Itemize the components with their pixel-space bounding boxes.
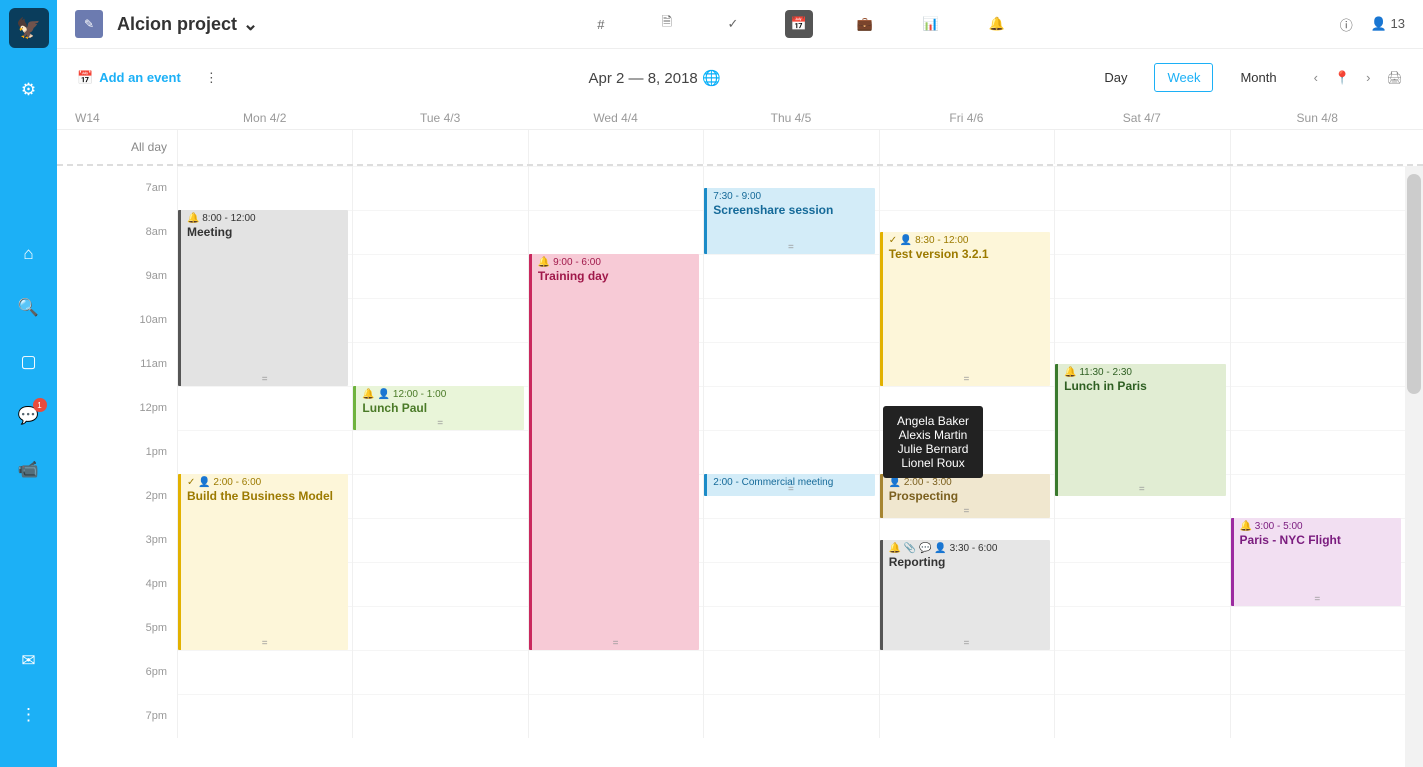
calendar-add-icon: 📅: [77, 70, 93, 86]
more-options-icon[interactable]: ⋮: [205, 70, 218, 86]
print-icon[interactable]: 🖨: [1386, 70, 1403, 86]
bell-icon[interactable]: 🔔: [983, 10, 1011, 38]
day-header: Sun 4/8: [1230, 111, 1405, 125]
chat-icon[interactable]: 💬1: [17, 404, 41, 428]
hour-label: 2pm: [57, 474, 177, 518]
event[interactable]: 🔔 8:00 - 12:00Meeting=: [178, 210, 348, 386]
view-month-button[interactable]: Month: [1227, 63, 1289, 92]
hour-label: 5pm: [57, 606, 177, 650]
days-header: W14 Mon 4/2 Tue 4/3 Wed 4/4 Thu 4/5 Fri …: [57, 106, 1423, 130]
mail-icon[interactable]: ✉: [17, 649, 41, 673]
view-week-button[interactable]: Week: [1154, 63, 1213, 92]
week-number: W14: [57, 111, 177, 125]
globe-icon[interactable]: 🌐: [702, 70, 721, 87]
hour-label: 6pm: [57, 650, 177, 694]
briefcase-icon[interactable]: 💼: [851, 10, 879, 38]
view-day-button[interactable]: Day: [1091, 63, 1140, 92]
event[interactable]: 🔔 11:30 - 2:30Lunch in Paris=: [1055, 364, 1225, 496]
file-icon[interactable]: 🗎: [653, 10, 681, 38]
search-icon[interactable]: 🔍: [17, 296, 41, 320]
event[interactable]: 7:30 - 9:00Screenshare session=: [704, 188, 874, 254]
subbar: 📅 Add an event ⋮ Apr 2 — 8, 2018 🌐 Day W…: [57, 49, 1423, 106]
hour-label: 12pm: [57, 386, 177, 430]
day-header: Wed 4/4: [528, 111, 703, 125]
chart-icon[interactable]: 📊: [917, 10, 945, 38]
date-range: Apr 2 — 8, 2018 🌐: [218, 69, 1092, 87]
event[interactable]: 2:00 - Commercial meeting=: [704, 474, 874, 496]
more-icon[interactable]: ⋮: [17, 703, 41, 727]
event[interactable]: ✓ 👤 8:30 - 12:00Test version 3.2.1=: [880, 232, 1050, 386]
day-header: Tue 4/3: [352, 111, 527, 125]
hour-label: 10am: [57, 298, 177, 342]
event[interactable]: 🔔 📎 💬 👤 3:30 - 6:00Reporting=: [880, 540, 1050, 650]
hour-label: 9am: [57, 254, 177, 298]
gear-icon[interactable]: ⚙: [17, 78, 41, 102]
check-icon[interactable]: ✓: [719, 10, 747, 38]
contacts-icon[interactable]: ▢: [17, 350, 41, 374]
allday-label: All day: [57, 140, 177, 154]
hour-label: 7pm: [57, 694, 177, 738]
home-icon[interactable]: ⌂: [17, 242, 41, 266]
day-header: Sat 4/7: [1054, 111, 1229, 125]
chevron-down-icon: ⌄: [243, 14, 258, 35]
day-header: Thu 4/5: [703, 111, 878, 125]
event[interactable]: 👤 2:00 - 3:00Prospecting=: [880, 474, 1050, 518]
pin-icon[interactable]: 📍: [1334, 70, 1350, 86]
hour-label: 3pm: [57, 518, 177, 562]
hour-label: 1pm: [57, 430, 177, 474]
calendar-grid[interactable]: 7am8am9am10am11am12pm1pm2pm3pm4pm5pm6pm7…: [57, 166, 1423, 767]
sidebar: 🦅 ⚙ ⌂ 🔍 ▢ 💬1 📹 ✉ ⋮: [0, 0, 57, 767]
event[interactable]: 🔔 👤 12:00 - 1:00Lunch Paul=: [353, 386, 523, 430]
hour-label: 4pm: [57, 562, 177, 606]
prev-icon[interactable]: ‹: [1314, 70, 1318, 86]
next-icon[interactable]: ›: [1366, 70, 1370, 86]
project-selector[interactable]: Alcion project ⌄: [117, 14, 258, 35]
allday-row: All day: [57, 130, 1423, 166]
event[interactable]: 🔔 9:00 - 6:00Training day=: [529, 254, 699, 650]
info-icon[interactable]: ⓘ: [1340, 15, 1353, 34]
calendar-icon[interactable]: 📅: [785, 10, 813, 38]
project-icon[interactable]: ✎: [75, 10, 103, 38]
hash-icon[interactable]: #: [587, 10, 615, 38]
hour-label: 8am: [57, 210, 177, 254]
day-header: Mon 4/2: [177, 111, 352, 125]
users-count[interactable]: 👤 13: [1371, 16, 1405, 32]
participants-tooltip: Angela BakerAlexis MartinJulie BernardLi…: [883, 406, 983, 478]
event[interactable]: ✓ 👤 2:00 - 6:00Build the Business Model=: [178, 474, 348, 650]
video-icon[interactable]: 📹: [17, 458, 41, 482]
app-logo[interactable]: 🦅: [9, 8, 49, 48]
hour-label: 7am: [57, 166, 177, 210]
add-event-button[interactable]: 📅 Add an event: [77, 70, 181, 86]
scrollbar[interactable]: [1405, 166, 1423, 767]
day-header: Fri 4/6: [879, 111, 1054, 125]
hour-label: 11am: [57, 342, 177, 386]
topbar: ✎ Alcion project ⌄ # 🗎 ✓ 📅 💼 📊 🔔 ⓘ 👤 13: [57, 0, 1423, 49]
event[interactable]: 🔔 3:00 - 5:00Paris - NYC Flight=: [1231, 518, 1401, 606]
